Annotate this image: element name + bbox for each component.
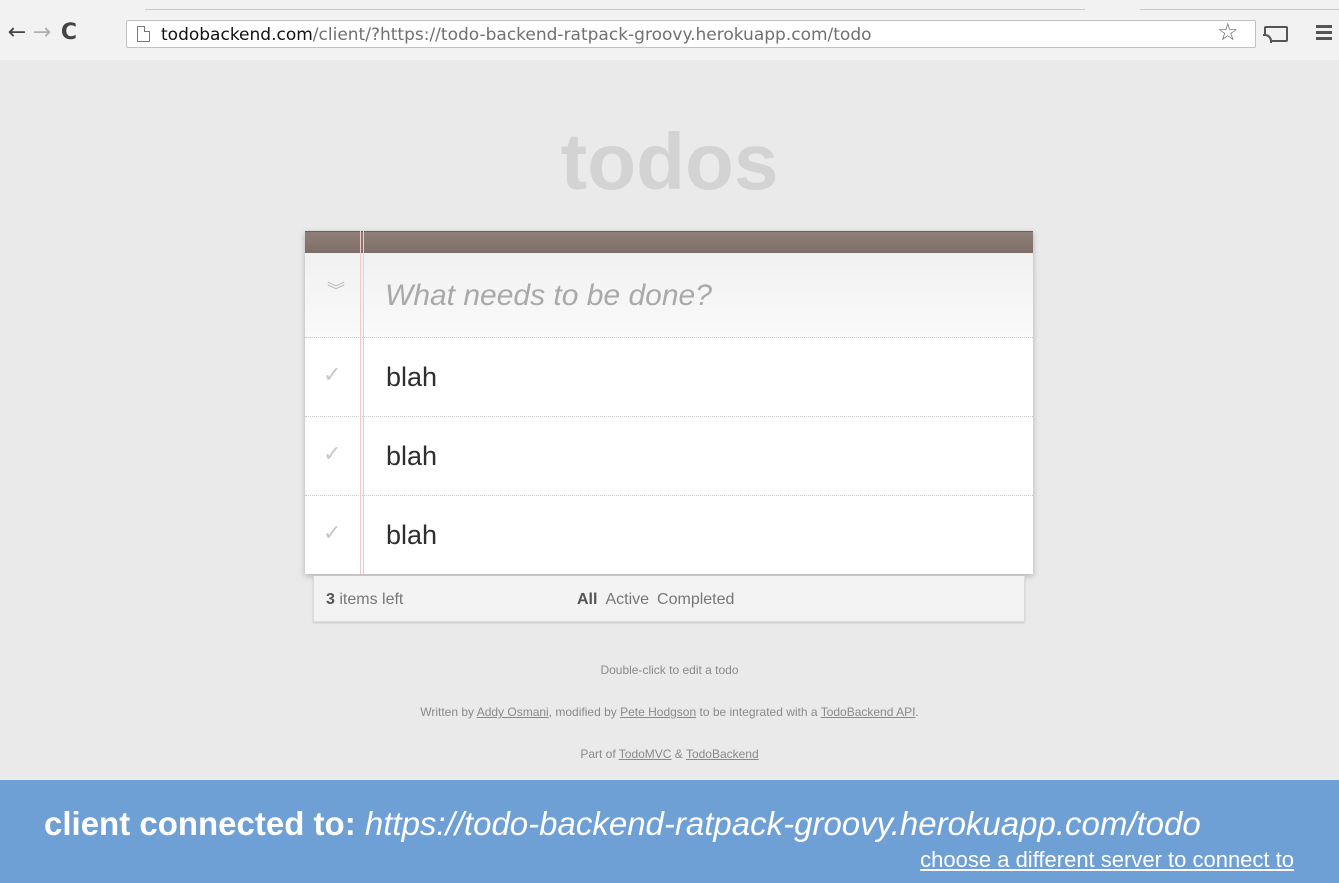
url-host: todobackend.com [161, 25, 313, 45]
checkmark-icon[interactable]: ✓ [323, 520, 341, 548]
server-url: https://todo-backend-ratpack-groovy.hero… [364, 805, 1201, 842]
credits-integrated: to be integrated with a [696, 705, 821, 719]
todo-list: ✓ blah ✓ blah ✓ blah [305, 338, 1033, 574]
api-link[interactable]: TodoBackend API [821, 705, 916, 719]
filters: All Active Completed [577, 591, 734, 609]
browser-toolbar: ← → C todobackend.com/client/?https://to… [0, 0, 1339, 60]
menu-icon[interactable] [1316, 25, 1332, 41]
new-todo-row: ︾ [305, 253, 1033, 338]
page-title: todos [560, 117, 779, 206]
checkmark-icon[interactable]: ✓ [323, 362, 341, 390]
todo-count-suffix: items left [334, 591, 404, 608]
credits-period: . [915, 705, 919, 719]
filter-all[interactable]: All [577, 591, 597, 609]
todo-label[interactable]: blah [386, 518, 437, 552]
todo-label[interactable]: blah [386, 439, 437, 473]
modifier-link[interactable]: Pete Hodgson [620, 705, 696, 719]
credits-prefix: Written by [420, 705, 477, 719]
todo-item[interactable]: ✓ blah [305, 496, 1033, 574]
todo-item[interactable]: ✓ blah [305, 338, 1033, 417]
address-bar[interactable]: todobackend.com/client/?https://todo-bac… [126, 20, 1256, 48]
app-header-bar [305, 231, 1033, 253]
todo-app: ︾ ✓ blah ✓ blah ✓ blah [305, 231, 1033, 574]
new-todo-input[interactable] [385, 273, 1005, 319]
toggle-all-icon[interactable]: ︾ [327, 283, 345, 301]
notebook-margin-line [360, 231, 364, 574]
connection-banner: client connected to: https://todo-backen… [0, 780, 1339, 883]
filter-completed[interactable]: Completed [657, 591, 734, 609]
todo-label[interactable]: blah [386, 360, 437, 394]
forward-arrow-icon[interactable]: → [29, 17, 55, 47]
connection-label: client connected to: [44, 805, 356, 842]
reload-icon[interactable]: C [56, 17, 82, 47]
checkmark-icon[interactable]: ✓ [323, 441, 341, 469]
ampersand: & [671, 747, 686, 761]
todomvc-link[interactable]: TodoMVC [619, 747, 672, 761]
todobackend-link[interactable]: TodoBackend [686, 747, 759, 761]
url-text[interactable]: todobackend.com/client/?https://todo-bac… [161, 25, 872, 45]
tab-strip-edge [0, 0, 1339, 10]
credits-line: Written by Addy Osmani, modified by Pete… [0, 705, 1339, 719]
url-path: /client/?https://todo-backend-ratpack-gr… [312, 25, 872, 45]
filter-active[interactable]: Active [605, 591, 649, 609]
connection-status: client connected to: https://todo-backen… [44, 804, 1201, 844]
part-of-line: Part of TodoMVC & TodoBackend [0, 747, 1339, 761]
cast-icon[interactable] [1263, 26, 1288, 43]
author-link[interactable]: Addy Osmani [477, 705, 549, 719]
edit-hint: Double-click to edit a todo [600, 663, 739, 677]
todo-count-number: 3 [326, 591, 335, 608]
back-arrow-icon[interactable]: ← [4, 17, 30, 47]
todo-footer: 3 items left All Active Completed [313, 576, 1025, 622]
credits-modified: , modified by [548, 705, 621, 719]
page-icon [137, 26, 150, 42]
change-server-link[interactable]: choose a different server to connect to [920, 847, 1294, 873]
bookmark-star-icon[interactable]: ☆ [1217, 18, 1239, 46]
part-of-prefix: Part of [580, 747, 619, 761]
todo-count: 3 items left [326, 591, 403, 609]
todo-item[interactable]: ✓ blah [305, 417, 1033, 496]
